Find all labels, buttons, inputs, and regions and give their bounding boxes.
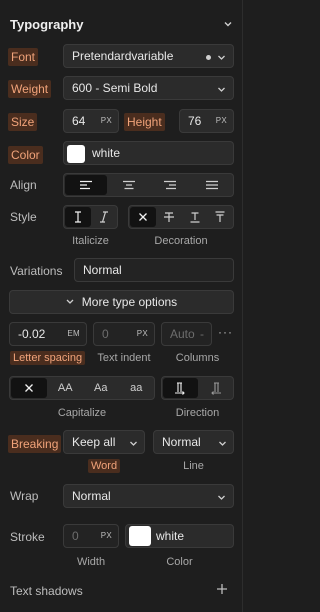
more-options-icon[interactable]: ··· bbox=[218, 325, 233, 339]
letter-spacing-caption: Letter spacing bbox=[10, 351, 86, 365]
align-label: Align bbox=[10, 178, 37, 192]
chevron-down-icon bbox=[66, 299, 74, 304]
capitalize-segmented-control[interactable]: AA Aa aa bbox=[9, 376, 155, 400]
size-label: Size bbox=[8, 113, 38, 131]
weight-value: 600 - Semi Bold bbox=[72, 81, 158, 95]
stroke-width-caption: Width bbox=[76, 556, 106, 568]
height-unit[interactable]: PX bbox=[216, 116, 227, 125]
no-decoration-icon[interactable] bbox=[130, 207, 156, 227]
font-select[interactable]: Pretendardvariable bbox=[63, 44, 234, 68]
capitalize-caption: Capitalize bbox=[57, 407, 107, 419]
typography-panel: Typography Font Pretendardvariable Weigh… bbox=[0, 0, 243, 612]
size-input[interactable]: 64 PX bbox=[63, 109, 119, 133]
stroke-color-caption: Color bbox=[166, 556, 193, 568]
wrap-select[interactable]: Normal bbox=[63, 484, 234, 508]
direction-ltr-icon[interactable] bbox=[163, 378, 198, 398]
uppercase-option[interactable]: AA bbox=[48, 377, 84, 399]
chevron-down-icon bbox=[218, 495, 225, 500]
no-capitalize-icon[interactable] bbox=[11, 378, 47, 398]
stroke-label: Stroke bbox=[10, 530, 45, 544]
italicize-segmented-control[interactable] bbox=[63, 205, 118, 229]
add-shadow-icon[interactable] bbox=[216, 583, 228, 598]
align-right-icon[interactable] bbox=[150, 174, 192, 196]
color-input[interactable]: white bbox=[63, 141, 234, 165]
more-type-options-label: More type options bbox=[81, 295, 178, 309]
breaking-label: Breaking bbox=[8, 435, 62, 453]
chevron-down-icon bbox=[218, 87, 225, 92]
overline-icon[interactable] bbox=[208, 206, 234, 228]
weight-select[interactable]: 600 - Semi Bold bbox=[63, 76, 234, 100]
font-value: Pretendardvariable bbox=[72, 49, 174, 63]
color-swatch[interactable] bbox=[67, 145, 85, 163]
italic-off-icon[interactable] bbox=[65, 207, 91, 227]
height-input[interactable]: 76 PX bbox=[179, 109, 234, 133]
variations-label: Variations bbox=[10, 264, 63, 278]
stroke-width-input[interactable]: 0 PX bbox=[63, 524, 119, 548]
align-segmented-control[interactable] bbox=[63, 173, 234, 197]
text-shadows-label: Text shadows bbox=[10, 584, 83, 598]
columns-caption: Columns bbox=[175, 352, 220, 364]
text-indent-caption: Text indent bbox=[97, 352, 151, 364]
underline-icon[interactable] bbox=[182, 206, 208, 228]
line-break-value: Normal bbox=[162, 435, 201, 449]
size-unit[interactable]: PX bbox=[101, 116, 112, 125]
chevron-down-icon bbox=[130, 441, 137, 446]
variations-value: Normal bbox=[83, 263, 122, 277]
word-break-value: Keep all bbox=[72, 435, 116, 449]
decoration-caption: Decoration bbox=[154, 235, 208, 247]
stroke-color-input[interactable]: white bbox=[125, 524, 234, 548]
font-label: Font bbox=[8, 48, 39, 66]
word-break-select[interactable]: Keep all bbox=[63, 430, 145, 454]
wrap-value: Normal bbox=[72, 489, 111, 503]
direction-rtl-icon[interactable] bbox=[199, 377, 234, 399]
letter-spacing-unit[interactable]: EM bbox=[67, 329, 80, 338]
size-value: 64 bbox=[72, 114, 86, 128]
letter-spacing-input[interactable]: -0.02 EM bbox=[9, 322, 87, 346]
line-break-select[interactable]: Normal bbox=[153, 430, 234, 454]
lowercase-option[interactable]: aa bbox=[119, 377, 155, 399]
columns-placeholder: Auto bbox=[170, 327, 195, 341]
columns-stepper-icon[interactable]: - bbox=[200, 327, 204, 341]
chevron-down-icon bbox=[218, 55, 225, 60]
stroke-width-unit[interactable]: PX bbox=[101, 531, 112, 540]
align-center-icon[interactable] bbox=[108, 174, 150, 196]
word-caption: Word bbox=[88, 459, 121, 473]
section-title: Typography bbox=[10, 16, 84, 32]
variations-input[interactable]: Normal bbox=[74, 258, 234, 282]
wrap-label: Wrap bbox=[10, 489, 39, 503]
text-indent-placeholder: 0 bbox=[102, 327, 109, 341]
italic-icon[interactable] bbox=[92, 206, 118, 228]
font-status-dot-icon bbox=[206, 55, 211, 60]
direction-segmented-control[interactable] bbox=[161, 376, 234, 400]
decoration-segmented-control[interactable] bbox=[128, 205, 234, 229]
stroke-color-value: white bbox=[156, 529, 185, 543]
capitalize-option[interactable]: Aa bbox=[83, 377, 119, 399]
align-left-icon[interactable] bbox=[65, 175, 107, 195]
style-label: Style bbox=[10, 210, 37, 224]
height-label: Height bbox=[124, 113, 165, 131]
weight-label: Weight bbox=[8, 80, 52, 98]
italicize-caption: Italicize bbox=[72, 235, 109, 247]
columns-input[interactable]: Auto - bbox=[161, 322, 212, 346]
color-label: Color bbox=[8, 146, 43, 164]
section-header[interactable]: Typography bbox=[10, 14, 234, 34]
stroke-color-swatch[interactable] bbox=[129, 526, 151, 546]
strikethrough-icon[interactable] bbox=[157, 206, 183, 228]
letter-spacing-value: -0.02 bbox=[18, 327, 46, 341]
stroke-width-placeholder: 0 bbox=[72, 529, 79, 543]
color-value: white bbox=[92, 146, 121, 160]
chevron-down-icon bbox=[219, 441, 226, 446]
align-justify-icon[interactable] bbox=[191, 174, 233, 196]
text-indent-input[interactable]: 0 PX bbox=[93, 322, 155, 346]
direction-caption: Direction bbox=[175, 407, 220, 419]
height-value: 76 bbox=[188, 114, 202, 128]
chevron-down-icon[interactable] bbox=[222, 18, 234, 30]
more-type-options-button[interactable]: More type options bbox=[9, 290, 234, 314]
text-indent-unit[interactable]: PX bbox=[137, 329, 148, 338]
line-caption: Line bbox=[183, 460, 204, 472]
